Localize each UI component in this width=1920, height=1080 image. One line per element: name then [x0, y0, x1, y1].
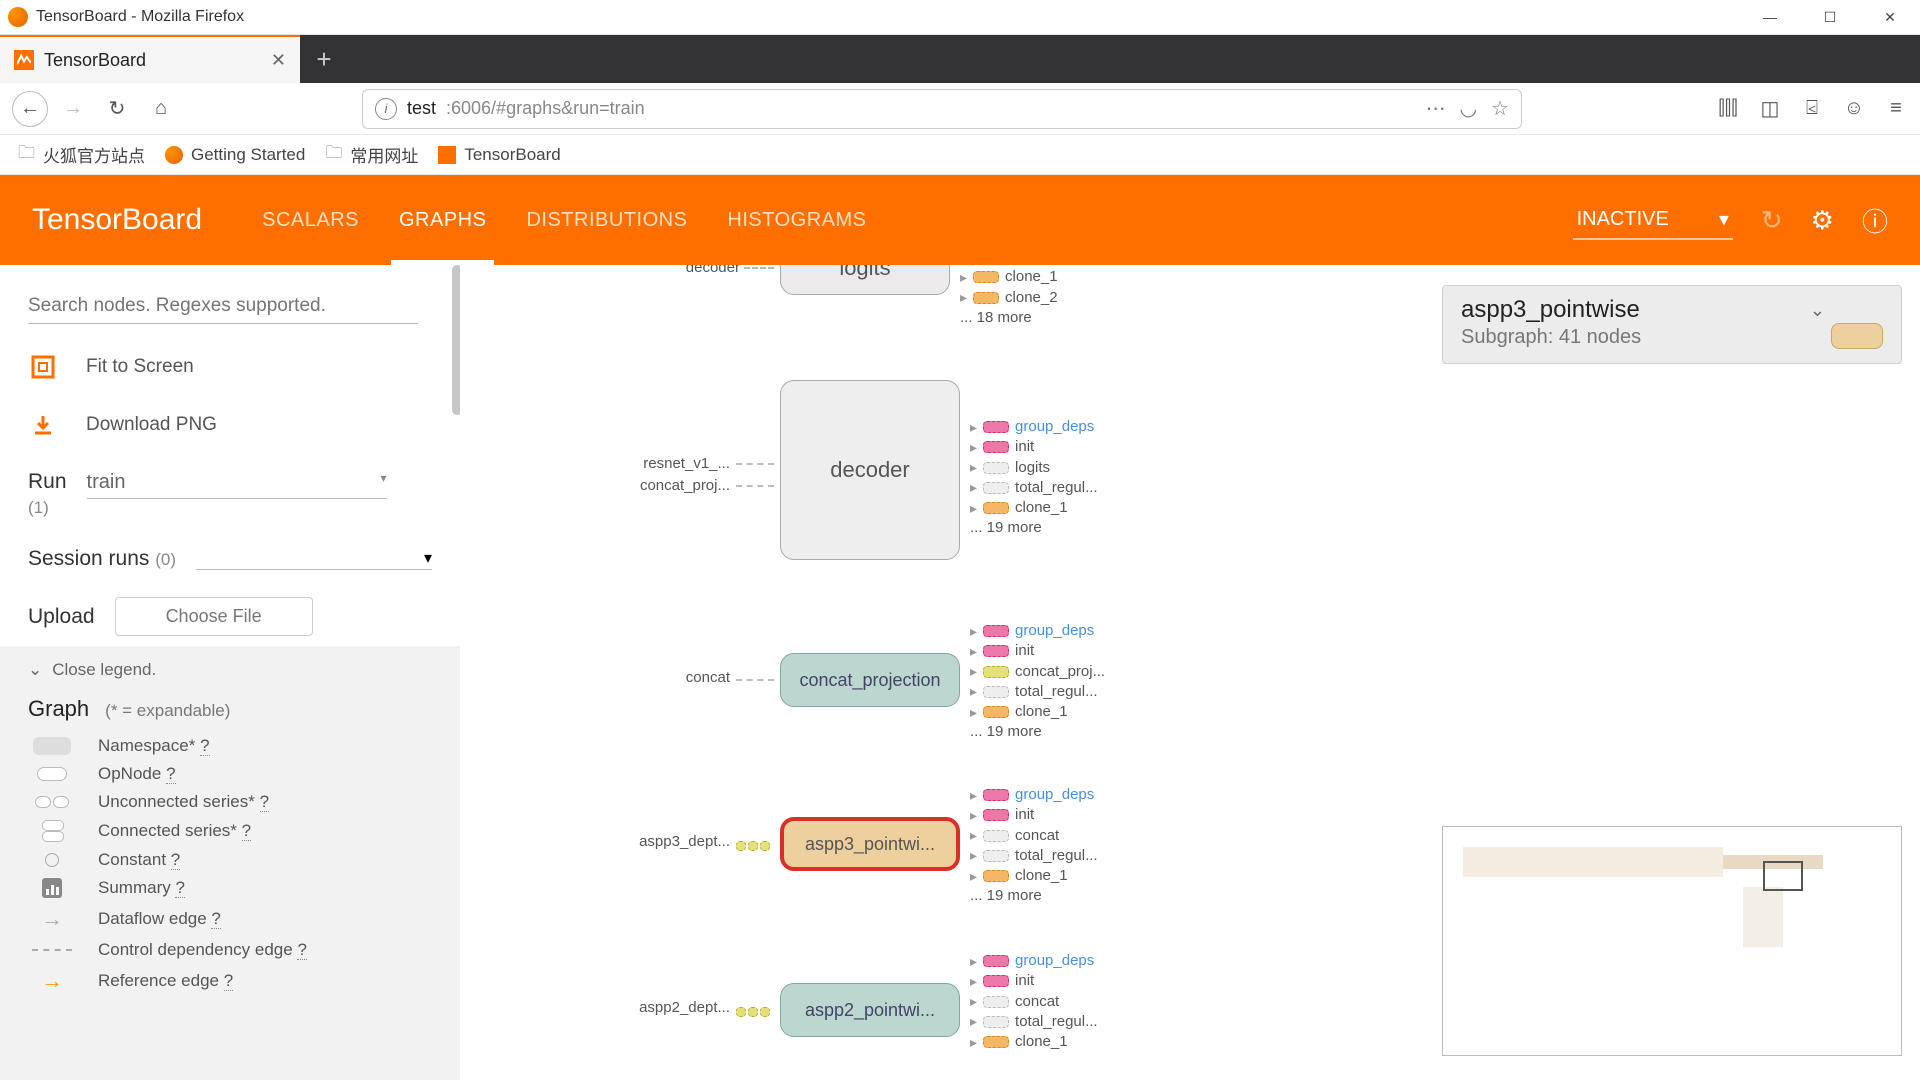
legend-graph-header: Graph [28, 696, 89, 722]
forward-button[interactable]: → [54, 90, 92, 128]
node-aspp3-input: aspp3_dept... [610, 833, 730, 850]
download-icon [28, 410, 58, 440]
info-card-subtitle: Subgraph: 41 nodes [1461, 326, 1641, 349]
legend-summary: Summary ? [28, 878, 432, 898]
bookmarks-bar: 🗀火狐官方站点 Getting Started 🗀常用网址 TensorBoar… [0, 135, 1920, 175]
node-concat-projection[interactable]: concat_projection [780, 653, 960, 707]
legend-connected: Connected series* ? [28, 820, 432, 842]
settings-gear-icon[interactable]: ⚙ [1811, 205, 1834, 236]
bookmark-getting-started[interactable]: Getting Started [165, 145, 305, 165]
legend-reference: →Reference edge ? [28, 968, 432, 994]
help-icon[interactable]: ⓘ [1862, 202, 1888, 239]
tensorboard-logo: TensorBoard [32, 203, 202, 237]
run-label: Run [28, 470, 67, 494]
download-png-button[interactable]: Download PNG [28, 410, 432, 440]
back-button[interactable]: ← [12, 91, 48, 127]
legend-constant: Constant ? [28, 850, 432, 870]
node-decoder-input-1: resnet_v1_... [600, 455, 730, 472]
run-select[interactable]: train ▾ [87, 471, 387, 499]
legend-unconnected: Unconnected series* ? [28, 792, 432, 812]
minimize-button[interactable]: — [1740, 0, 1800, 35]
url-bar[interactable]: i test :6006/#graphs&run=train ⋯ ◡ ☆ [362, 89, 1522, 129]
choose-file-button[interactable]: Choose File [115, 597, 313, 636]
chevron-down-icon: ▾ [424, 548, 432, 568]
info-card-color-chip [1831, 323, 1883, 349]
node-aspp3-pointwise[interactable]: aspp3_pointwi... [780, 817, 960, 871]
node-concat-projection-outputs: ▸group_deps ▸init ▸concat_proj... ▸total… [970, 621, 1105, 743]
navigation-toolbar: ← → ↻ ⌂ i test :6006/#graphs&run=train ⋯ … [0, 83, 1920, 135]
window-title: TensorBoard - Mozilla Firefox [36, 8, 244, 26]
legend-hint: (* = expandable) [105, 701, 230, 721]
firefox-icon [8, 7, 28, 27]
bookmark-star-icon[interactable]: ☆ [1491, 96, 1509, 121]
close-button[interactable]: ✕ [1860, 0, 1920, 35]
upload-label: Upload [28, 605, 95, 629]
reload-button[interactable]: ↻ [98, 90, 136, 128]
chevron-down-icon: ⌄ [28, 660, 42, 680]
close-legend-toggle[interactable]: ⌄ Close legend. [28, 660, 432, 680]
refresh-icon[interactable]: ↻ [1761, 205, 1783, 236]
node-aspp2-outputs: ▸group_deps ▸init ▸concat ▸total_regul..… [970, 951, 1098, 1052]
info-card-title: aspp3_pointwise [1461, 296, 1641, 324]
tab-distributions[interactable]: DISTRIBUTIONS [526, 175, 687, 265]
window-titlebar: TensorBoard - Mozilla Firefox — ☐ ✕ [0, 0, 1920, 35]
url-host: test [407, 98, 436, 119]
sidebar-icon[interactable]: ◫ [1758, 96, 1782, 121]
legend-namespace: Namespace* ? [28, 736, 432, 756]
node-logits[interactable]: logits [780, 265, 950, 295]
tensorboard-header: TensorBoard SCALARS GRAPHS DISTRIBUTIONS… [0, 175, 1920, 265]
home-button[interactable]: ⌂ [142, 90, 180, 128]
account-icon[interactable]: ☺ [1842, 97, 1866, 120]
maximize-button[interactable]: ☐ [1800, 0, 1860, 35]
legend-controldep: Control dependency edge ? [28, 940, 432, 960]
reader-icon[interactable]: ◡ [1460, 96, 1477, 121]
node-info-card[interactable]: aspp3_pointwise Subgraph: 41 nodes ⌄ [1442, 285, 1902, 364]
legend-opnode: OpNode ? [28, 764, 432, 784]
node-decoder-input-2: concat_proj... [600, 477, 730, 494]
tab-title: TensorBoard [44, 50, 261, 71]
node-aspp2-pointwise[interactable]: aspp2_pointwi... [780, 983, 960, 1037]
new-tab-button[interactable]: + [300, 35, 348, 83]
tab-close-icon[interactable]: ✕ [271, 50, 286, 71]
site-info-icon[interactable]: i [375, 98, 397, 120]
node-aspp3-outputs: ▸group_deps ▸init ▸concat ▸total_regul..… [970, 785, 1098, 907]
fit-to-screen-button[interactable]: Fit to Screen [28, 352, 432, 382]
node-aspp2-input: aspp2_dept... [610, 999, 730, 1016]
node-concat-projection-input: concat [660, 669, 730, 686]
bookmark-folder-1[interactable]: 🗀火狐官方站点 [18, 140, 145, 169]
graph-canvas[interactable]: logits decoder ▸total_regul... ▸clone_1 … [460, 265, 1920, 1080]
tab-histograms[interactable]: HISTOGRAMS [727, 175, 866, 265]
browser-tab[interactable]: TensorBoard ✕ [0, 35, 300, 83]
pocket-icon[interactable]: ⍃ [1800, 97, 1824, 120]
chevron-down-icon: ▾ [1719, 207, 1729, 232]
search-input[interactable] [28, 289, 418, 324]
url-path: :6006/#graphs&run=train [446, 98, 645, 119]
node-logits-outputs: ▸total_regul... ▸clone_1 ▸clone_2 ... 18… [960, 265, 1088, 328]
session-runs-select[interactable]: ▾ [196, 546, 432, 570]
node-logits-input: decoder [640, 265, 740, 276]
tab-strip: TensorBoard ✕ + [0, 35, 1920, 83]
firefox-icon [165, 146, 183, 164]
bookmark-folder-2[interactable]: 🗀常用网址 [325, 140, 418, 169]
bookmark-tensorboard[interactable]: TensorBoard [438, 145, 560, 165]
tensorboard-icon [438, 146, 456, 164]
node-decoder-outputs: ▸group_deps ▸init ▸logits ▸total_regul..… [970, 417, 1098, 539]
sidebar: Fit to Screen Download PNG Run (1) train… [0, 265, 460, 1080]
library-icon[interactable]: ⫿⫿⫿ [1716, 97, 1740, 120]
fit-screen-icon [28, 352, 58, 382]
more-icon[interactable]: ⋯ [1426, 96, 1446, 121]
tab-graphs[interactable]: GRAPHS [399, 175, 486, 265]
session-runs-label: Session runs (0) [28, 546, 176, 571]
minimap[interactable] [1442, 826, 1902, 1056]
chevron-down-icon[interactable]: ⌄ [1810, 300, 1825, 321]
node-decoder[interactable]: decoder [780, 380, 960, 560]
minimap-viewport[interactable] [1763, 861, 1803, 891]
run-count: (1) [28, 498, 67, 518]
tab-scalars[interactable]: SCALARS [262, 175, 359, 265]
inactive-dropdown[interactable]: INACTIVE ▾ [1573, 201, 1733, 240]
menu-icon[interactable]: ≡ [1884, 97, 1908, 120]
chevron-down-icon: ▾ [381, 471, 387, 494]
legend-dataflow: →Dataflow edge ? [28, 906, 432, 932]
tensorboard-favicon [14, 50, 34, 70]
